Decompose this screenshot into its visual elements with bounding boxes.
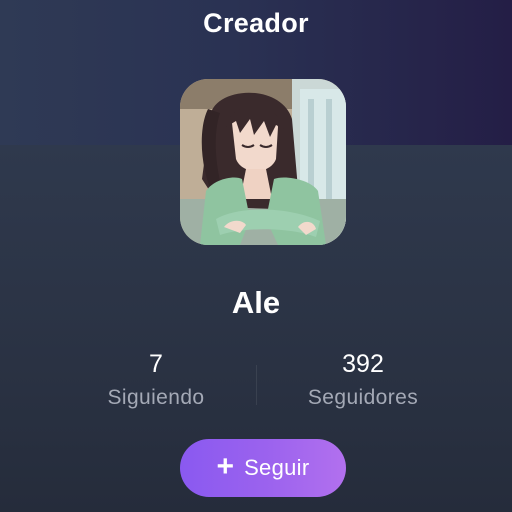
following-label: Siguiendo (107, 386, 205, 409)
following-count: 7 (149, 350, 163, 378)
stats-divider (256, 365, 257, 405)
page-title: Creador (203, 8, 309, 38)
follow-button-label: Seguir (244, 455, 310, 480)
plus-icon: + (216, 450, 235, 483)
profile-avatar[interactable] (180, 79, 346, 245)
followers-count: 392 (342, 350, 384, 378)
following-stat[interactable]: 7 Siguiendo (66, 350, 246, 410)
follow-button[interactable]: + Seguir (180, 439, 346, 497)
anime-character-avatar-icon (180, 79, 346, 245)
followers-stat[interactable]: 392 Seguidores (273, 350, 453, 410)
followers-label: Seguidores (307, 386, 419, 409)
profile-name: Ale (231, 285, 281, 320)
